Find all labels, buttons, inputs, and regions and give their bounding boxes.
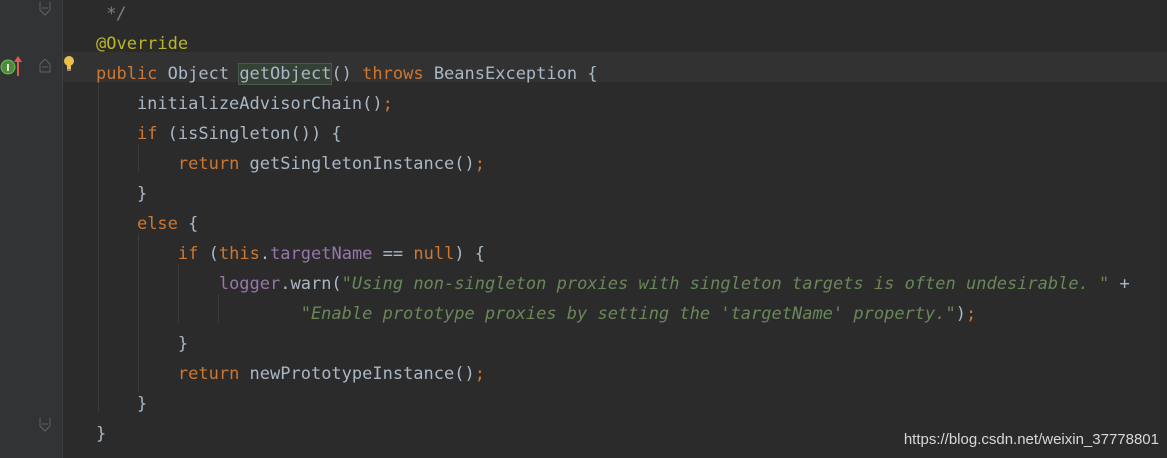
code-token: else <box>136 214 189 234</box>
code-token: () <box>331 64 363 84</box>
code-token: this <box>218 244 260 264</box>
code-token: "Enable prototype proxies by setting the… <box>300 304 956 324</box>
code-line[interactable]: logger.warn("Using non-singleton proxies… <box>96 269 1167 299</box>
code-token: } <box>96 394 148 414</box>
code-token: + <box>1109 274 1130 294</box>
code-token: ; <box>965 304 977 324</box>
code-line[interactable]: } <box>96 389 1167 419</box>
code-token: } <box>96 424 107 444</box>
code-token: ) <box>955 304 966 324</box>
fold-icon[interactable] <box>38 418 52 432</box>
code-line[interactable]: return getSingletonInstance(); <box>96 149 1167 179</box>
code-token: ; <box>474 364 485 384</box>
code-token: == <box>372 244 414 264</box>
code-token: null <box>413 244 455 264</box>
code-token: BeansException { <box>433 64 598 84</box>
code-token: getSingletonInstance() <box>249 154 475 174</box>
code-token: logger <box>218 274 281 294</box>
code-token: "Using non-singleton proxies with single… <box>341 274 1110 294</box>
fold-icon[interactable] <box>38 59 52 73</box>
code-token: . <box>259 244 271 264</box>
code-token: { <box>188 214 199 234</box>
code-line[interactable]: } <box>96 329 1167 359</box>
override-up-arrow-icon[interactable] <box>13 55 23 77</box>
code-token: } <box>96 184 148 204</box>
code-token: Object <box>167 64 240 84</box>
code-token: if <box>136 124 168 144</box>
code-token: if <box>177 244 209 264</box>
code-token: (isSingleton()) { <box>167 124 342 144</box>
code-line[interactable]: return newPrototypeInstance(); <box>96 359 1167 389</box>
code-line[interactable]: public Object getObject() throws BeansEx… <box>96 59 1167 89</box>
code-token: throws <box>362 64 434 84</box>
code-token: getObject <box>238 63 333 85</box>
code-token: ) { <box>454 244 486 264</box>
code-line[interactable]: initializeAdvisorChain(); <box>96 89 1167 119</box>
code-token: return <box>177 364 250 384</box>
code-token: newPrototypeInstance() <box>249 364 475 384</box>
code-token: ( <box>208 244 219 264</box>
code-token: @Override <box>96 34 189 54</box>
code-token: return <box>177 154 250 174</box>
code-token: ; <box>382 94 393 114</box>
code-token: */ <box>96 4 127 24</box>
code-line[interactable]: "Enable prototype proxies by setting the… <box>96 299 1167 329</box>
watermark: https://blog.csdn.net/weixin_37778801 <box>903 431 1159 448</box>
code-token: } <box>96 334 189 354</box>
code-token: ; <box>474 154 485 174</box>
svg-text:I: I <box>6 63 10 74</box>
intention-bulb-icon[interactable] <box>62 55 76 73</box>
code-editor[interactable]: I */@Override public Object getObject() … <box>0 0 1167 458</box>
code-token: initializeAdvisorChain() <box>96 94 383 114</box>
code-line[interactable]: @Override <box>96 29 1167 59</box>
code-token: .warn( <box>280 274 342 294</box>
code-line[interactable]: if (isSingleton()) { <box>96 119 1167 149</box>
code-line[interactable]: */ <box>96 0 1167 29</box>
code-line[interactable]: if (this.targetName == null) { <box>96 239 1167 269</box>
code-token: targetName <box>270 244 373 264</box>
fold-icon[interactable] <box>38 2 52 16</box>
code-area[interactable]: */@Override public Object getObject() thr… <box>64 0 1167 458</box>
code-line[interactable]: else { <box>96 209 1167 239</box>
code-line[interactable]: } <box>96 179 1167 209</box>
code-token: public <box>96 64 168 84</box>
